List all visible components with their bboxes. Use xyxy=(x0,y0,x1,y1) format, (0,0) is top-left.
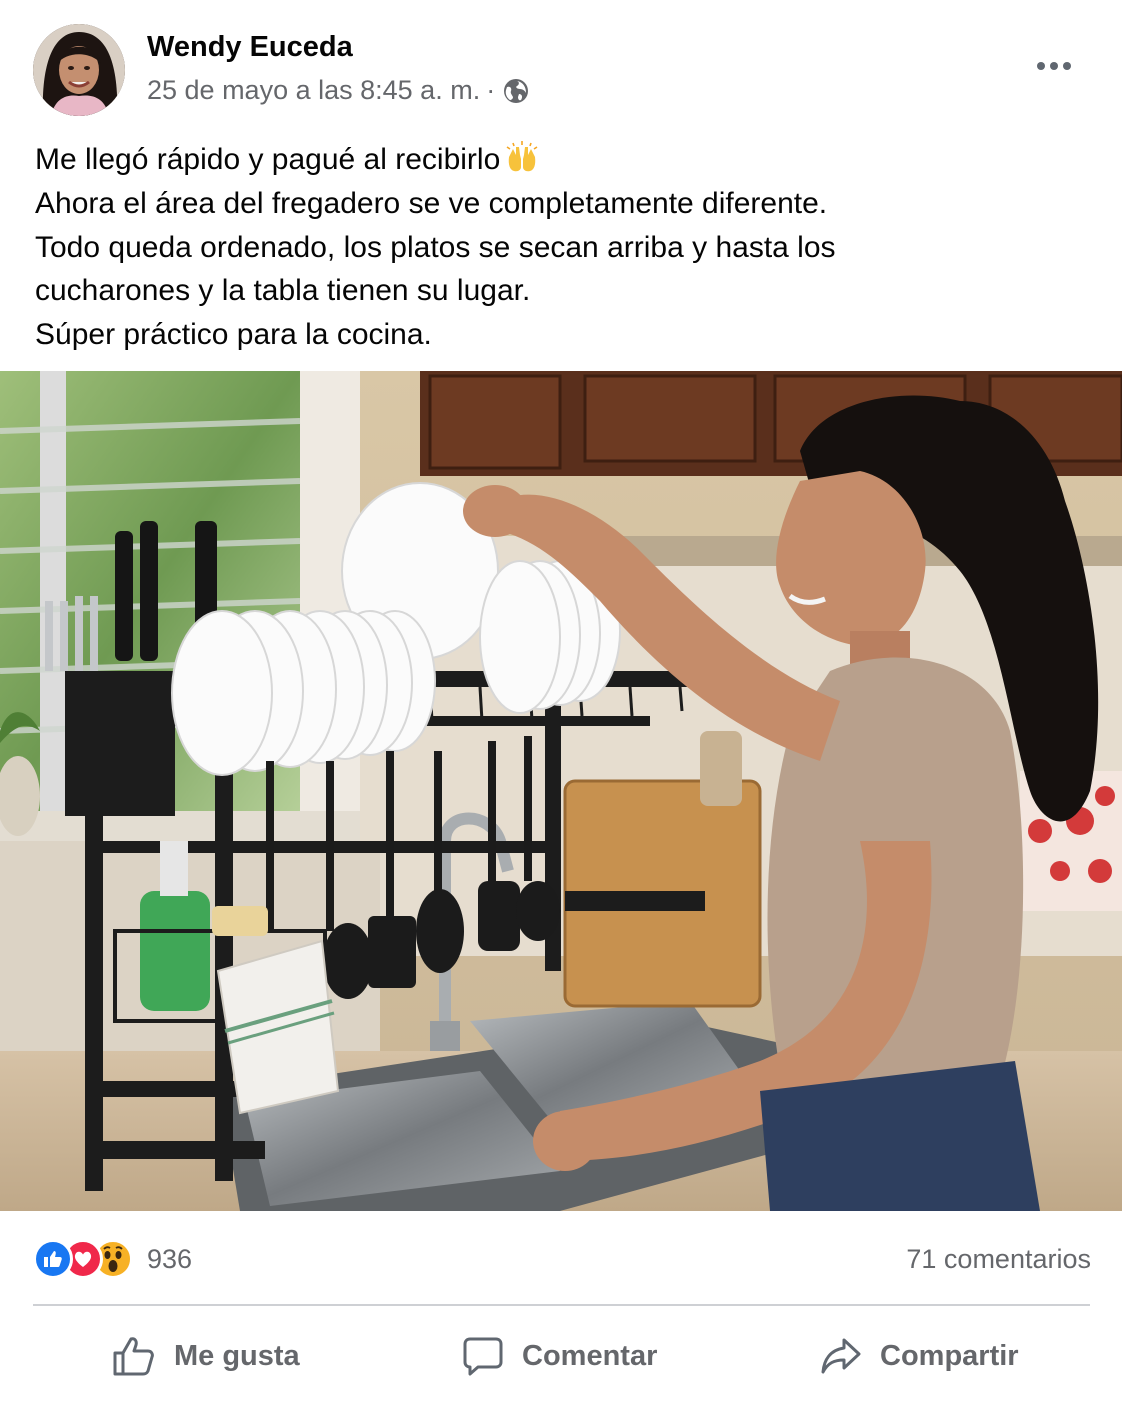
reaction-count[interactable]: 936 xyxy=(147,1244,192,1275)
post-text: Me llegó rápido y pagué al recibirlo Aho… xyxy=(35,138,1095,357)
post-text-line: cucharones y la tabla tienen su lugar. xyxy=(35,274,531,308)
like-button[interactable]: Me gusta xyxy=(112,1328,300,1384)
like-button-label: Me gusta xyxy=(174,1339,300,1372)
post-text-line-content: Me llegó rápido y pagué al recibirlo xyxy=(35,143,501,176)
facebook-post: Wendy Euceda 25 de mayo a las 8:45 a. m.… xyxy=(0,0,1122,1402)
share-button[interactable]: Compartir xyxy=(820,1328,1019,1384)
share-arrow-icon xyxy=(821,1338,861,1374)
author-name[interactable]: Wendy Euceda xyxy=(147,31,353,64)
comments-count[interactable]: 71 comentarios xyxy=(906,1244,1091,1275)
post-text-line: Todo queda ordenado, los platos se secan… xyxy=(35,230,836,264)
more-options-icon[interactable] xyxy=(1030,52,1078,80)
meta-separator: · xyxy=(486,75,496,105)
post-timestamp[interactable]: 25 de mayo a las 8:45 a. m. xyxy=(147,75,480,106)
thumbs-up-icon xyxy=(113,1337,154,1376)
post-photo[interactable] xyxy=(0,371,1122,1211)
post-meta: 25 de mayo a las 8:45 a. m. · xyxy=(147,75,529,106)
more-dot xyxy=(1063,62,1071,70)
post-text-line: Ahora el área del fregadero se ve comple… xyxy=(35,186,828,220)
more-dot xyxy=(1050,62,1058,70)
author-avatar[interactable] xyxy=(33,24,125,116)
globe-icon[interactable] xyxy=(503,78,529,104)
post-text-line: Me llegó rápido y pagué al recibirlo xyxy=(35,138,1095,182)
comment-bubble-icon xyxy=(463,1337,503,1376)
like-reaction-icon xyxy=(33,1239,73,1279)
comment-button[interactable]: Comentar xyxy=(462,1328,657,1384)
raising-hands-emoji xyxy=(504,141,540,173)
post-text-line: Súper práctico para la cocina. xyxy=(35,318,432,352)
more-dot xyxy=(1037,62,1045,70)
reactions-summary[interactable]: 936 xyxy=(33,1238,192,1280)
comment-button-label: Comentar xyxy=(522,1339,658,1372)
actions-divider xyxy=(33,1304,1090,1306)
share-button-label: Compartir xyxy=(880,1339,1019,1372)
